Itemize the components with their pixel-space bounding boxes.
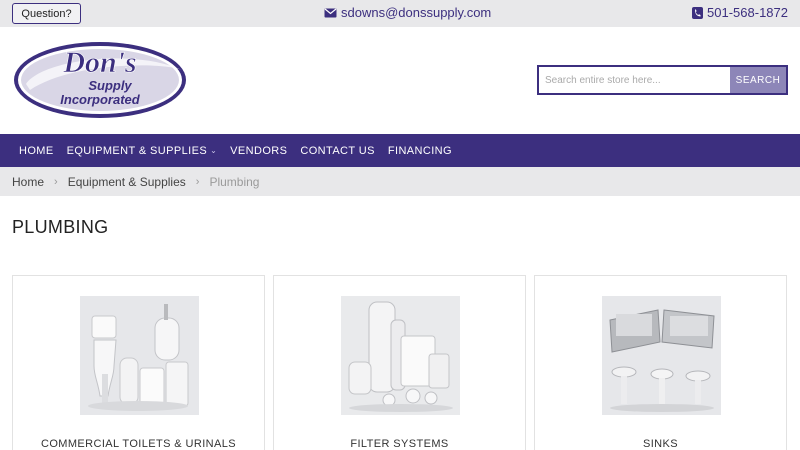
logo-line1: Don's [62, 46, 136, 79]
search-bar: SEARCH [537, 65, 788, 95]
nav-item-contact-us[interactable]: CONTACT US [300, 145, 375, 157]
phone-text: 501-568-1872 [707, 5, 788, 20]
top-bar: Question? sdowns@donssupply.com 501-568-… [0, 0, 800, 27]
main-nav: HOME EQUIPMENT & SUPPLIES ⌄ VENDORS CONTA… [0, 134, 800, 167]
page-title: PLUMBING [12, 217, 109, 237]
phone-link[interactable]: 501-568-1872 [692, 5, 788, 20]
nav-item-equipment-supplies[interactable]: EQUIPMENT & SUPPLIES ⌄ [67, 145, 218, 157]
category-card-filter-systems[interactable]: FILTER SYSTEMS [273, 275, 526, 450]
mail-icon [324, 8, 337, 17]
nav-label: FINANCING [387, 144, 452, 157]
category-label[interactable]: SINKS [535, 438, 786, 450]
site-header: Don's Supply Incorporated SEARCH [0, 27, 800, 134]
question-button[interactable]: Question? [12, 3, 81, 24]
logo-line3: Incorporated [60, 92, 141, 107]
toilets-urinals-image[interactable] [80, 296, 199, 415]
breadcrumb-home[interactable]: Home [12, 175, 44, 189]
category-label[interactable]: FILTER SYSTEMS [274, 438, 525, 450]
breadcrumb-current: Plumbing [209, 174, 260, 189]
chevron-down-icon: ⌄ [210, 146, 218, 155]
email-link[interactable]: sdowns@donssupply.com [324, 5, 491, 20]
search-input[interactable] [539, 67, 730, 93]
search-button[interactable]: SEARCH [730, 67, 786, 93]
nav-item-vendors[interactable]: VENDORS [230, 145, 287, 157]
chevron-right-icon: › [195, 175, 200, 188]
nav-item-home[interactable]: HOME [19, 145, 54, 157]
dons-supply-logo[interactable]: Don's Supply Incorporated [12, 40, 188, 120]
category-label[interactable]: COMMERCIAL TOILETS & URINALS [13, 438, 264, 450]
email-text: sdowns@donssupply.com [341, 5, 492, 20]
nav-label: VENDORS [230, 144, 288, 157]
nav-label: HOME [19, 144, 54, 157]
sinks-image[interactable] [602, 296, 721, 415]
logo-line2: Supply [88, 78, 132, 93]
chevron-right-icon: › [54, 175, 58, 188]
breadcrumb-equipment-supplies[interactable]: Equipment & Supplies [68, 175, 186, 189]
category-card-toilets-urinals[interactable]: COMMERCIAL TOILETS & URINALS [12, 275, 265, 450]
phone-icon [692, 6, 704, 19]
breadcrumb: Home › Equipment & Supplies › Plumbing [0, 167, 800, 196]
nav-label: CONTACT US [300, 144, 375, 157]
filter-systems-image[interactable] [341, 296, 460, 415]
nav-label: EQUIPMENT & SUPPLIES [66, 144, 208, 157]
nav-item-financing[interactable]: FINANCING [388, 145, 452, 157]
category-card-sinks[interactable]: SINKS [534, 275, 787, 450]
